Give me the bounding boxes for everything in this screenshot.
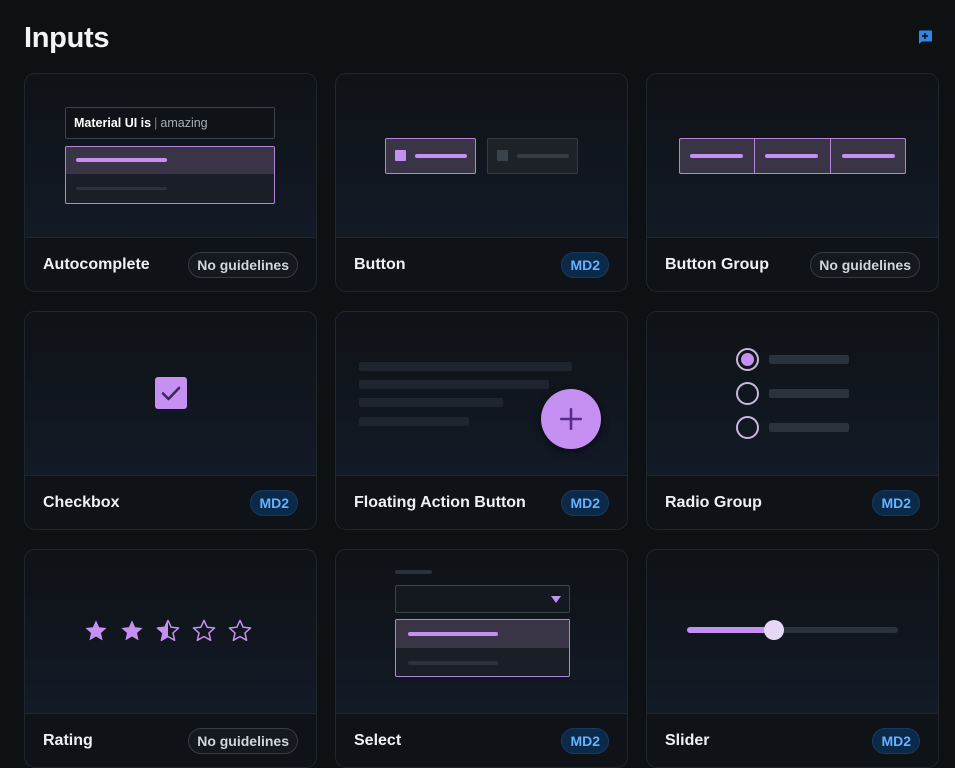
autocomplete-option-line — [76, 187, 167, 190]
rating-stars — [85, 619, 252, 642]
select-menu — [395, 619, 570, 677]
radio-label-line — [769, 355, 849, 364]
select-option-line — [408, 632, 498, 636]
select-box — [395, 585, 570, 613]
autocomplete-preview: Material UI is | amazing — [25, 74, 316, 238]
component-grid: Material UI is | amazing Autocomplete No g… — [24, 73, 939, 768]
contained-button-illustration — [385, 138, 476, 174]
card-title: Rating — [43, 731, 93, 749]
content-line — [359, 398, 503, 407]
autocomplete-suggestion: amazing — [160, 116, 208, 130]
card-checkbox[interactable]: Checkbox MD2 — [24, 311, 317, 530]
checkbox-preview — [25, 312, 316, 476]
radio-label-line — [769, 389, 849, 398]
card-title: Floating Action Button — [354, 493, 526, 511]
button-group-segment — [755, 139, 831, 173]
guidelines-badge: No guidelines — [188, 251, 298, 278]
card-radio-group[interactable]: Radio Group MD2 — [646, 311, 939, 530]
card-title: Select — [354, 731, 402, 749]
slider-preview — [647, 550, 938, 714]
button-group-segment — [680, 139, 756, 173]
card-title: Slider — [665, 731, 710, 749]
card-footer: Slider MD2 — [647, 714, 938, 767]
slider-fill — [687, 627, 774, 633]
card-title: Checkbox — [43, 493, 120, 511]
plus-icon — [560, 408, 582, 430]
card-title: Autocomplete — [43, 255, 150, 273]
md2-badge: MD2 — [561, 727, 609, 754]
check-icon — [161, 386, 181, 401]
md2-badge: MD2 — [250, 489, 298, 516]
content-line — [359, 380, 549, 389]
checkbox-illustration — [155, 377, 187, 409]
card-autocomplete[interactable]: Material UI is | amazing Autocomplete No g… — [24, 73, 317, 292]
md2-badge: MD2 — [561, 251, 609, 278]
button-group-preview — [647, 74, 938, 238]
outlined-button-illustration — [487, 138, 578, 174]
autocomplete-listbox — [65, 146, 275, 204]
radio-unselected — [736, 416, 759, 439]
autocomplete-option-line — [76, 158, 167, 162]
add-comment-icon[interactable] — [917, 29, 933, 45]
card-footer: Floating Action Button MD2 — [336, 476, 627, 529]
card-title: Button Group — [665, 255, 769, 273]
radio-selected — [736, 348, 759, 371]
rating-preview — [25, 550, 316, 714]
card-title: Button — [354, 255, 406, 273]
select-label-line — [395, 570, 432, 574]
card-footer: Checkbox MD2 — [25, 476, 316, 529]
star-outline-icon — [192, 619, 216, 642]
select-option-line — [408, 661, 498, 665]
button-label-line — [517, 154, 569, 158]
button-icon-square — [395, 150, 406, 161]
page-title: Inputs — [24, 22, 110, 54]
radio-label-line — [769, 423, 849, 432]
button-group-illustration — [679, 138, 906, 174]
button-preview — [336, 74, 627, 238]
guidelines-badge: No guidelines — [810, 251, 920, 278]
card-rating[interactable]: Rating No guidelines — [24, 549, 317, 768]
radio-unselected — [736, 382, 759, 405]
card-footer: Button MD2 — [336, 238, 627, 291]
star-icon — [121, 620, 143, 641]
caret-down-icon — [551, 596, 561, 603]
md2-badge: MD2 — [872, 489, 920, 516]
slider-thumb — [764, 620, 784, 640]
card-footer: Radio Group MD2 — [647, 476, 938, 529]
autocomplete-typed-text: Material UI is — [74, 116, 152, 130]
card-select[interactable]: Select MD2 — [335, 549, 628, 768]
card-title: Radio Group — [665, 493, 762, 511]
content-line — [359, 362, 572, 371]
button-icon-square — [497, 150, 508, 161]
content-line — [359, 417, 469, 426]
star-icon — [85, 620, 107, 641]
star-half-icon — [156, 619, 180, 642]
button-group-segment — [831, 139, 905, 173]
card-floating-action-button[interactable]: Floating Action Button MD2 — [335, 311, 628, 530]
card-footer: Autocomplete No guidelines — [25, 238, 316, 291]
fab-preview — [336, 312, 627, 476]
autocomplete-input: Material UI is | amazing — [65, 107, 275, 139]
button-label-line — [415, 154, 467, 158]
card-footer: Rating No guidelines — [25, 714, 316, 767]
card-slider[interactable]: Slider MD2 — [646, 549, 939, 768]
guidelines-badge: No guidelines — [188, 727, 298, 754]
autocomplete-caret: | — [154, 116, 158, 130]
select-preview — [336, 550, 627, 714]
radio-group-preview — [647, 312, 938, 476]
card-footer: Button Group No guidelines — [647, 238, 938, 291]
fab-illustration — [541, 389, 601, 449]
md2-badge: MD2 — [561, 489, 609, 516]
star-outline-icon — [228, 619, 252, 642]
card-button[interactable]: Button MD2 — [335, 73, 628, 292]
card-footer: Select MD2 — [336, 714, 627, 767]
card-button-group[interactable]: Button Group No guidelines — [646, 73, 939, 292]
md2-badge: MD2 — [872, 727, 920, 754]
